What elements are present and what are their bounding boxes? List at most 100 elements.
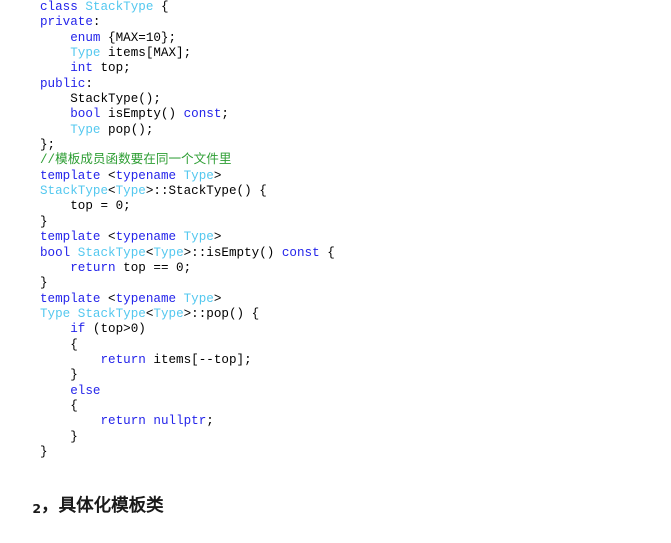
code-token: bool (70, 107, 101, 122)
code-line: Type pop(); (0, 123, 671, 138)
code-token: >::isEmpty() (183, 245, 282, 260)
code-token: class (40, 0, 86, 14)
code-token: > (213, 291, 222, 306)
code-line: else (0, 384, 671, 399)
code-line: public: (0, 77, 671, 92)
section-heading: 2，具体化模板类 (8, 470, 164, 543)
code-token: //模板成员函数要在同一个文件里 (40, 153, 232, 168)
code-token: items[--top]; (145, 352, 252, 367)
code-token: Type (70, 46, 101, 61)
code-line: { (0, 338, 671, 353)
code-token: < (108, 184, 116, 199)
code-line: } (0, 368, 671, 383)
code-token: } (70, 429, 78, 444)
code-token: { (70, 398, 78, 413)
code-line: Type StackType<Type>::pop() { (0, 307, 671, 322)
code-token: template (40, 230, 101, 245)
code-line: StackType(); (0, 92, 671, 107)
code-line: bool StackType<Type>::isEmpty() const { (0, 246, 671, 261)
code-line: } (0, 430, 671, 445)
code-line: } (0, 445, 671, 460)
code-line: Type items[MAX]; (0, 46, 671, 61)
code-token: StackType(); (70, 92, 161, 107)
code-token: < (100, 291, 116, 306)
code-token: Type (115, 184, 146, 199)
code-token: StackType (77, 245, 146, 260)
code-line: top = 0; (0, 199, 671, 214)
code-token: >::pop() { (183, 306, 260, 321)
code-token: {MAX=10}; (100, 30, 177, 45)
code-token: ; (221, 107, 229, 122)
code-token: top == 0; (115, 260, 192, 275)
code-token: Type (153, 306, 184, 321)
code-token: }; (40, 138, 56, 153)
code-token: : (92, 15, 101, 30)
code-line: int top; (0, 61, 671, 76)
code-token: StackType (40, 184, 109, 199)
code-line: }; (0, 138, 671, 153)
code-token: int (70, 61, 93, 76)
code-token: { (319, 245, 335, 260)
code-line: //模板成员函数要在同一个文件里 (0, 153, 671, 168)
code-token: public (40, 76, 86, 91)
code-token: const (183, 107, 222, 122)
code-token: >::StackType() { (145, 184, 267, 199)
code-token: typename (115, 168, 177, 183)
code-token: { (153, 0, 169, 14)
code-line: private: (0, 15, 671, 30)
code-line: } (0, 276, 671, 291)
code-token: isEmpty() (100, 107, 184, 122)
code-token: } (40, 214, 48, 229)
heading-text: 具体化模板类 (58, 496, 164, 516)
code-token: private (40, 15, 93, 30)
code-token: return (100, 414, 146, 429)
code-token: StackType (77, 306, 146, 321)
code-line: StackType<Type>::StackType() { (0, 184, 671, 199)
code-token: Type (153, 245, 184, 260)
code-token: top; (92, 61, 131, 76)
code-token: items[MAX]; (100, 46, 192, 61)
code-token: ; (206, 414, 214, 429)
code-token: nullptr (153, 414, 207, 429)
code-line: bool isEmpty() const; (0, 107, 671, 122)
code-token: const (281, 245, 320, 260)
code-token: } (70, 368, 78, 383)
code-token: template (40, 291, 101, 306)
code-token: StackType (85, 0, 154, 14)
code-token: : (85, 76, 93, 91)
code-line: return top == 0; (0, 261, 671, 276)
code-line: class StackType { (0, 0, 671, 15)
heading-separator: ， (41, 496, 59, 516)
heading-number: 2 (32, 501, 42, 516)
code-token: else (70, 383, 101, 398)
code-line: } (0, 215, 671, 230)
code-token: pop(); (100, 122, 154, 137)
code-token: enum (70, 30, 101, 45)
code-token: bool (40, 245, 71, 260)
code-token: return (100, 352, 146, 367)
code-token: } (40, 444, 48, 459)
code-line: if (top>0) (0, 322, 671, 337)
code-token: Type (183, 230, 214, 245)
code-line: enum {MAX=10}; (0, 31, 671, 46)
code-line: template <typename Type> (0, 292, 671, 307)
document-page: class StackType {private: enum {MAX=10};… (0, 0, 671, 516)
